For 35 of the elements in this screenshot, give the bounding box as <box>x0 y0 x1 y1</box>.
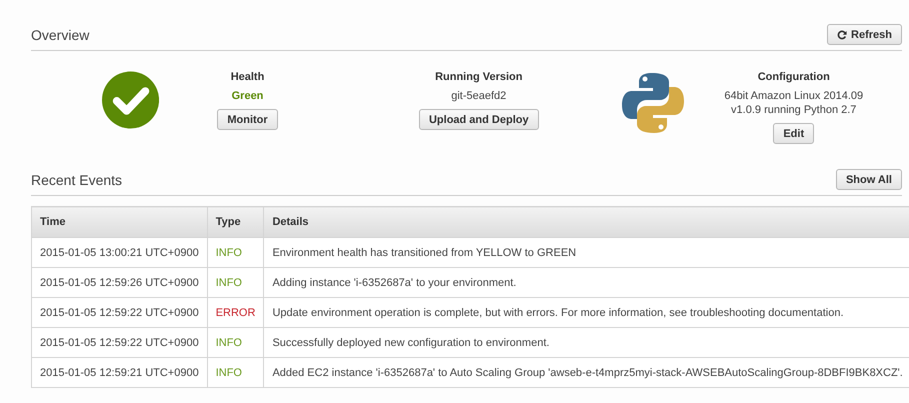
section-title: Recent Events <box>31 172 122 190</box>
configuration-text: v1.0.9 running Python 2.7 <box>731 103 856 117</box>
check-circle-icon <box>102 71 159 129</box>
column-header: Time <box>32 206 208 238</box>
details-cell: Adding instance 'i-6352687a' to your environment. <box>264 268 909 298</box>
type-cell: INFO <box>207 328 264 358</box>
column-header: Type <box>207 206 264 238</box>
time-cell: 2015-01-05 12:59:26 UTC+0900 <box>32 268 208 298</box>
time-cell: 2015-01-05 12:59:22 UTC+0900 <box>32 298 208 328</box>
edit-button[interactable]: Edit <box>773 123 814 144</box>
details-cell: Successfully deployed new configuration to environment. <box>264 328 909 358</box>
time-cell: 2015-01-05 13:00:21 UTC+0900 <box>32 238 208 268</box>
refresh-icon <box>837 30 848 40</box>
details-cell: Update environment operation is complete, but with errors. For more information, see troubleshooting documentation. <box>264 298 909 328</box>
refresh-button[interactable]: Refresh <box>827 24 902 45</box>
version-value: git-5eaefd2 <box>451 89 506 103</box>
time-cell: 2015-01-05 12:59:21 UTC+0900 <box>32 358 208 388</box>
details-cell: Environment health has transitioned from YELLOW to GREEN <box>264 238 909 268</box>
health-label: Health <box>230 71 264 83</box>
type-cell: INFO <box>207 358 264 388</box>
configuration-text: 64bit Amazon Linux 2014.09 <box>724 89 864 103</box>
monitor-button[interactable]: Monitor <box>217 109 278 130</box>
time-cell: 2015-01-05 12:59:22 UTC+0900 <box>32 328 208 358</box>
details-cell: Added EC2 instance 'i-6352687a' to Auto Scaling Group 'awseb-e-t4mprz5myi-stack-AWSEBAutoScalingGroup-8DBFI9BK8XCZ'. <box>264 358 909 388</box>
type-cell: ERROR <box>207 298 264 328</box>
show-all-button[interactable]: Show All <box>836 169 902 190</box>
health-status: Green <box>232 89 264 103</box>
section-title: Overview <box>31 27 90 45</box>
version-label: Running Version <box>435 71 522 83</box>
type-cell: INFO <box>207 268 264 298</box>
snake-logo-icon <box>621 71 686 135</box>
configuration-label: Configuration <box>758 71 830 83</box>
upload-deploy-button[interactable]: Upload and Deploy <box>418 109 539 130</box>
column-header: Details <box>264 206 909 238</box>
type-cell: INFO <box>207 238 264 268</box>
